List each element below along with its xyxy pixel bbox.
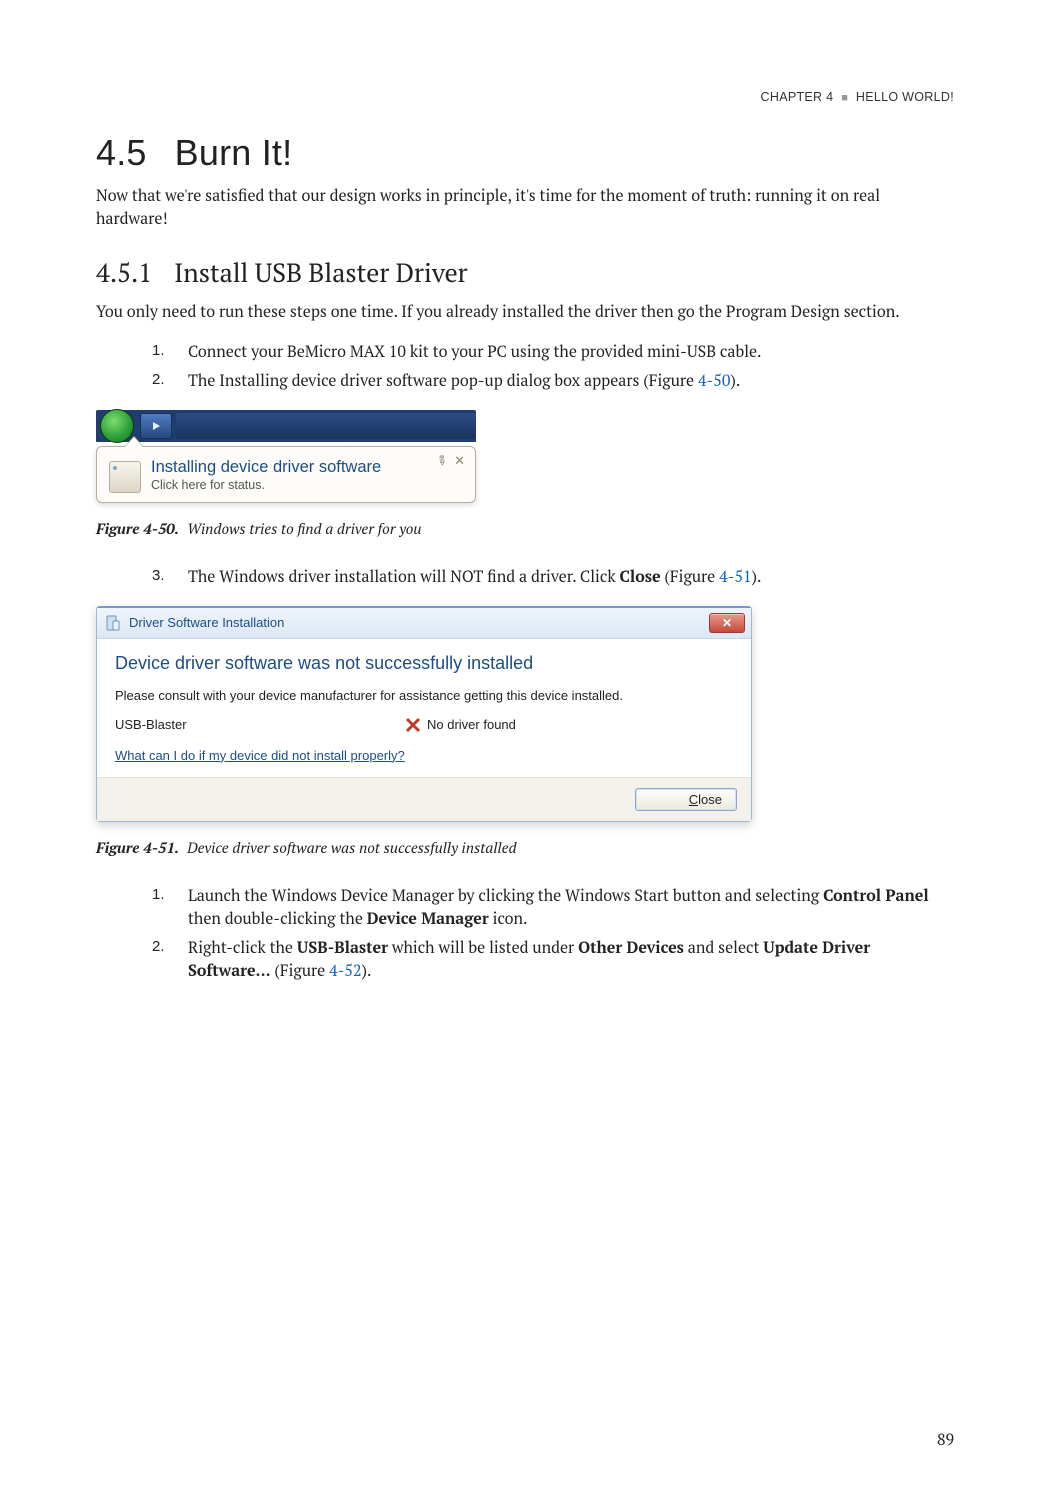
step-text: ). [752, 565, 762, 587]
help-link[interactable]: What can I do if my device did not insta… [115, 748, 405, 763]
play-icon [150, 420, 162, 432]
figure-450-caption: Figure 4-50. Windows tries to find a driv… [96, 519, 954, 539]
close-x-icon: ✕ [722, 616, 732, 630]
step-text: then double-clicking the [188, 907, 367, 929]
list-item: 2. Right-click the USB-Blaster which wil… [152, 936, 954, 982]
device-status: No driver found [427, 717, 516, 732]
dialog-titlebar: Driver Software Installation ✕ [97, 608, 751, 639]
section-number: 4.5 [96, 132, 147, 173]
dialog-icon [105, 615, 121, 631]
steps-list-b: 3. The Windows driver installation will … [152, 565, 954, 588]
section-title: Burn It! [175, 132, 293, 173]
notification-balloon[interactable]: ✎ ✕ Installing device driver software Cl… [96, 446, 476, 503]
windows-taskbar [96, 410, 476, 442]
section-heading: 4.5 Burn It! [96, 132, 954, 174]
figure-ref-450[interactable]: 4-50 [698, 369, 730, 391]
caption-label: Figure 4-50. [96, 519, 179, 539]
step-text: The Installing device driver software po… [188, 369, 698, 391]
caption-text: Device driver software was not successfu… [187, 838, 516, 858]
step-number: 1. [152, 884, 165, 906]
steps-list-a: 1. Connect your BeMicro MAX 10 kit to yo… [152, 340, 954, 392]
subsection-intro: You only need to run these steps one tim… [96, 300, 954, 323]
running-header: Chapter 4 ■ Hello World! [96, 90, 954, 104]
dialog-body: Device driver software was not successfu… [97, 639, 751, 777]
device-status-row: USB-Blaster No driver found [115, 717, 733, 733]
list-item: 2. The Installing device driver software… [152, 369, 954, 392]
page-number: 89 [937, 1428, 954, 1450]
balloon-title: Installing device driver software [151, 457, 461, 478]
driver-install-dialog: Driver Software Installation ✕ Device dr… [96, 606, 752, 822]
intro-paragraph: Now that we're satisfied that our design… [96, 184, 954, 230]
error-x-icon [405, 717, 421, 733]
caption-text: Windows tries to find a driver for you [187, 519, 421, 539]
subsection-number: 4.5.1 [96, 256, 152, 290]
step-text: which will be listed under [388, 936, 578, 958]
step-text: Right-click the [188, 936, 297, 958]
step-text: and select [684, 936, 763, 958]
step-text: (Figure [271, 959, 330, 981]
chapter-title: Hello World! [856, 90, 954, 104]
step-number: 3. [152, 565, 165, 587]
step-text: Launch the Windows Device Manager by cli… [188, 884, 823, 906]
dialog-footer: Close [97, 777, 751, 821]
dialog-headline: Device driver software was not successfu… [115, 653, 733, 674]
list-item: 3. The Windows driver installation will … [152, 565, 954, 588]
step-text: (Figure [661, 565, 720, 587]
step-text: ). [362, 959, 372, 981]
list-item: 1. Launch the Windows Device Manager by … [152, 884, 954, 930]
figure-451-caption: Figure 4-51. Device driver software was n… [96, 838, 954, 858]
step-text: Connect your BeMicro MAX 10 kit to your … [188, 340, 762, 362]
subsection-title: Install USB Blaster Driver [174, 256, 468, 290]
chapter-label: Chapter 4 [761, 90, 834, 104]
close-label-rest: lose [698, 792, 722, 807]
step-number: 2. [152, 936, 165, 958]
bold-text: Control Panel [823, 884, 929, 906]
close-button[interactable]: Close [635, 788, 737, 811]
device-icon [109, 461, 141, 493]
close-icon[interactable]: ✕ [454, 453, 465, 469]
step-text: icon. [489, 907, 528, 929]
close-accelerator: C [689, 792, 698, 807]
figure-ref-451[interactable]: 4-51 [719, 565, 751, 587]
taskbar-button[interactable] [140, 413, 172, 439]
device-name: USB-Blaster [115, 717, 405, 732]
dialog-message: Please consult with your device manufact… [115, 688, 733, 703]
taskbar-area [176, 413, 476, 439]
list-item: 1. Connect your BeMicro MAX 10 kit to yo… [152, 340, 954, 363]
bold-text: Device Manager [367, 907, 489, 929]
balloon-subtitle: Click here for status. [151, 478, 461, 492]
bold-text: Close [619, 565, 660, 587]
steps-list-c: 1. Launch the Windows Device Manager by … [152, 884, 954, 983]
step-text: ). [730, 369, 740, 391]
figure-ref-452[interactable]: 4-52 [329, 959, 361, 981]
bold-text: USB-Blaster [297, 936, 388, 958]
header-separator: ■ [841, 92, 848, 104]
caption-label: Figure 4-51. [96, 838, 179, 858]
dialog-title: Driver Software Installation [129, 615, 709, 630]
subsection-heading: 4.5.1 Install USB Blaster Driver [96, 256, 954, 290]
figure-450: ✎ ✕ Installing device driver software Cl… [96, 410, 476, 503]
step-number: 1. [152, 340, 165, 362]
step-number: 2. [152, 369, 165, 391]
dialog-close-button[interactable]: ✕ [709, 613, 745, 633]
step-text: The Windows driver installation will NOT… [188, 565, 619, 587]
bold-text: Other Devices [578, 936, 684, 958]
